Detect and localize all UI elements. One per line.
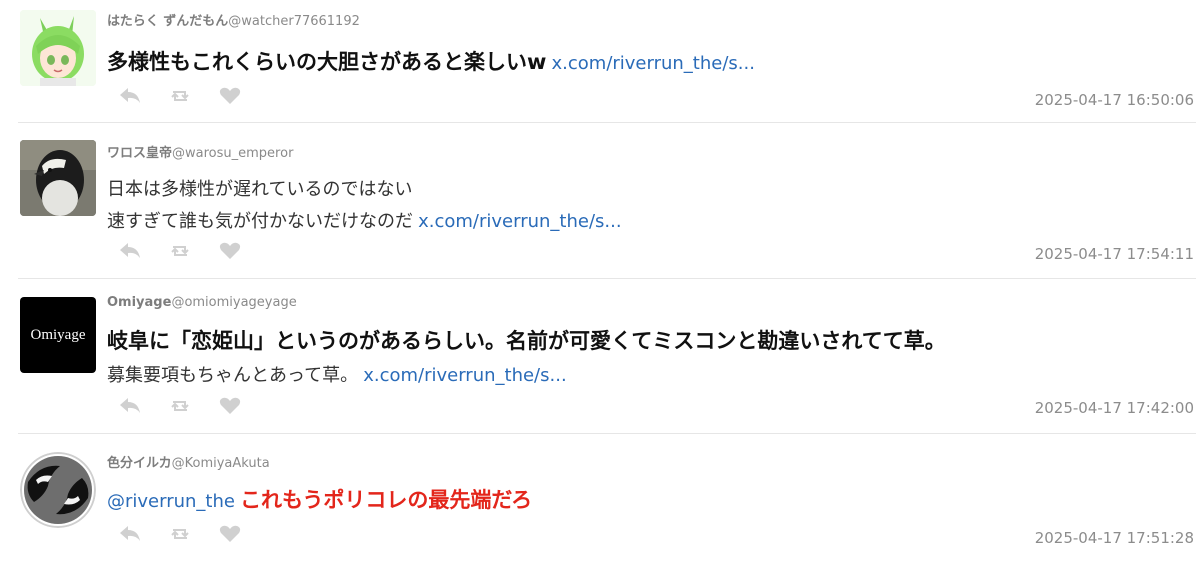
tweet-actions (118, 395, 242, 417)
mention-link[interactable]: @riverrun_the (107, 491, 235, 512)
tweet-link[interactable]: x.com/riverrun_the/s... (418, 211, 621, 232)
reply-arrow-icon[interactable] (118, 524, 142, 544)
tweet-text: 募集要項もちゃんとあって草。 x.com/riverrun_the/s... (107, 361, 567, 387)
heart-icon[interactable] (218, 241, 242, 261)
reply-arrow-icon[interactable] (118, 396, 142, 416)
tweet-2: ワロス皇帝@warosu_emperor 日本は多様性が遅れているのではない 速… (0, 123, 1200, 278)
heart-icon[interactable] (218, 396, 242, 416)
tweet-header: ワロス皇帝@warosu_emperor (107, 142, 293, 161)
retweet-icon[interactable] (168, 396, 192, 416)
heart-icon[interactable] (218, 524, 242, 544)
tweet-text: 日本は多様性が遅れているのではない (107, 175, 412, 201)
tweet-text: 多様性もこれくらいの大胆さがあると楽しいw x.com/riverrun_the… (107, 46, 755, 76)
avatar-logo-text: Omiyage (30, 326, 86, 343)
tweet-body-line-1: 岐阜に「恋姫山」というのがあるらしい。名前が可愛くてミスコンと勘違いされてて草。 (107, 329, 946, 353)
tweet-actions (118, 240, 242, 262)
avatar[interactable]: Omiyage (20, 297, 96, 373)
tweet-text: @riverrun_the これもうポリコレの最先端だろ (107, 484, 532, 514)
handle[interactable]: @watcher77661192 (228, 14, 360, 29)
tweet-link[interactable]: x.com/riverrun_the/s... (363, 365, 566, 386)
tweet-header: はたらく ずんだもん@watcher77661192 (107, 10, 360, 29)
avatar[interactable] (20, 452, 96, 528)
tweet-body: 多様性もこれくらいの大胆さがあると楽しいw (107, 50, 547, 74)
handle[interactable]: @warosu_emperor (172, 146, 293, 161)
tweet-body: これもうポリコレの最先端だろ (240, 488, 533, 512)
timestamp[interactable]: 2025-04-17 17:54:11 (1035, 245, 1194, 263)
tweet-actions (118, 85, 242, 107)
heart-icon[interactable] (218, 86, 242, 106)
tweet-4: 色分イルカ@KomiyaAkuta @riverrun_the これもうポリコレ… (0, 434, 1200, 574)
tweet-1: はたらく ずんだもん@watcher77661192 多様性もこれくらいの大胆さ… (0, 0, 1200, 122)
tweet-body-line-1: 日本は多様性が遅れているのではない (107, 179, 413, 200)
tweet-text: 速すぎて誰も気が付かないだけなのだ x.com/riverrun_the/s..… (107, 207, 622, 233)
timestamp[interactable]: 2025-04-17 17:42:00 (1035, 399, 1194, 417)
tweet-actions (118, 523, 242, 545)
tweet-link[interactable]: x.com/riverrun_the/s... (552, 53, 755, 74)
tweet-header: Omiyage@omiomiyageyage (107, 295, 297, 310)
handle[interactable]: @omiomiyageyage (171, 295, 296, 310)
reply-arrow-icon[interactable] (118, 241, 142, 261)
display-name[interactable]: Omiyage (107, 295, 171, 310)
tweet-body-line-2: 速すぎて誰も気が付かないだけなのだ (107, 211, 413, 232)
handle[interactable]: @KomiyaAkuta (172, 456, 270, 471)
display-name[interactable]: ワロス皇帝 (107, 146, 172, 161)
retweet-icon[interactable] (168, 241, 192, 261)
timestamp[interactable]: 2025-04-17 16:50:06 (1035, 91, 1194, 109)
tweet-text: 岐阜に「恋姫山」というのがあるらしい。名前が可愛くてミスコンと勘違いされてて草。 (107, 325, 946, 355)
display-name[interactable]: はたらく ずんだもん (107, 14, 228, 29)
display-name[interactable]: 色分イルカ (107, 456, 172, 471)
tweet-feed: はたらく ずんだもん@watcher77661192 多様性もこれくらいの大胆さ… (0, 0, 1200, 574)
timestamp[interactable]: 2025-04-17 17:51:28 (1035, 529, 1194, 547)
reply-arrow-icon[interactable] (118, 86, 142, 106)
retweet-icon[interactable] (168, 524, 192, 544)
tweet-3: Omiyage Omiyage@omiomiyageyage 岐阜に「恋姫山」と… (0, 279, 1200, 433)
avatar[interactable] (20, 10, 96, 86)
retweet-icon[interactable] (168, 86, 192, 106)
avatar[interactable] (20, 140, 96, 216)
tweet-header: 色分イルカ@KomiyaAkuta (107, 452, 270, 471)
tweet-body-line-2: 募集要項もちゃんとあって草。 (107, 365, 359, 386)
